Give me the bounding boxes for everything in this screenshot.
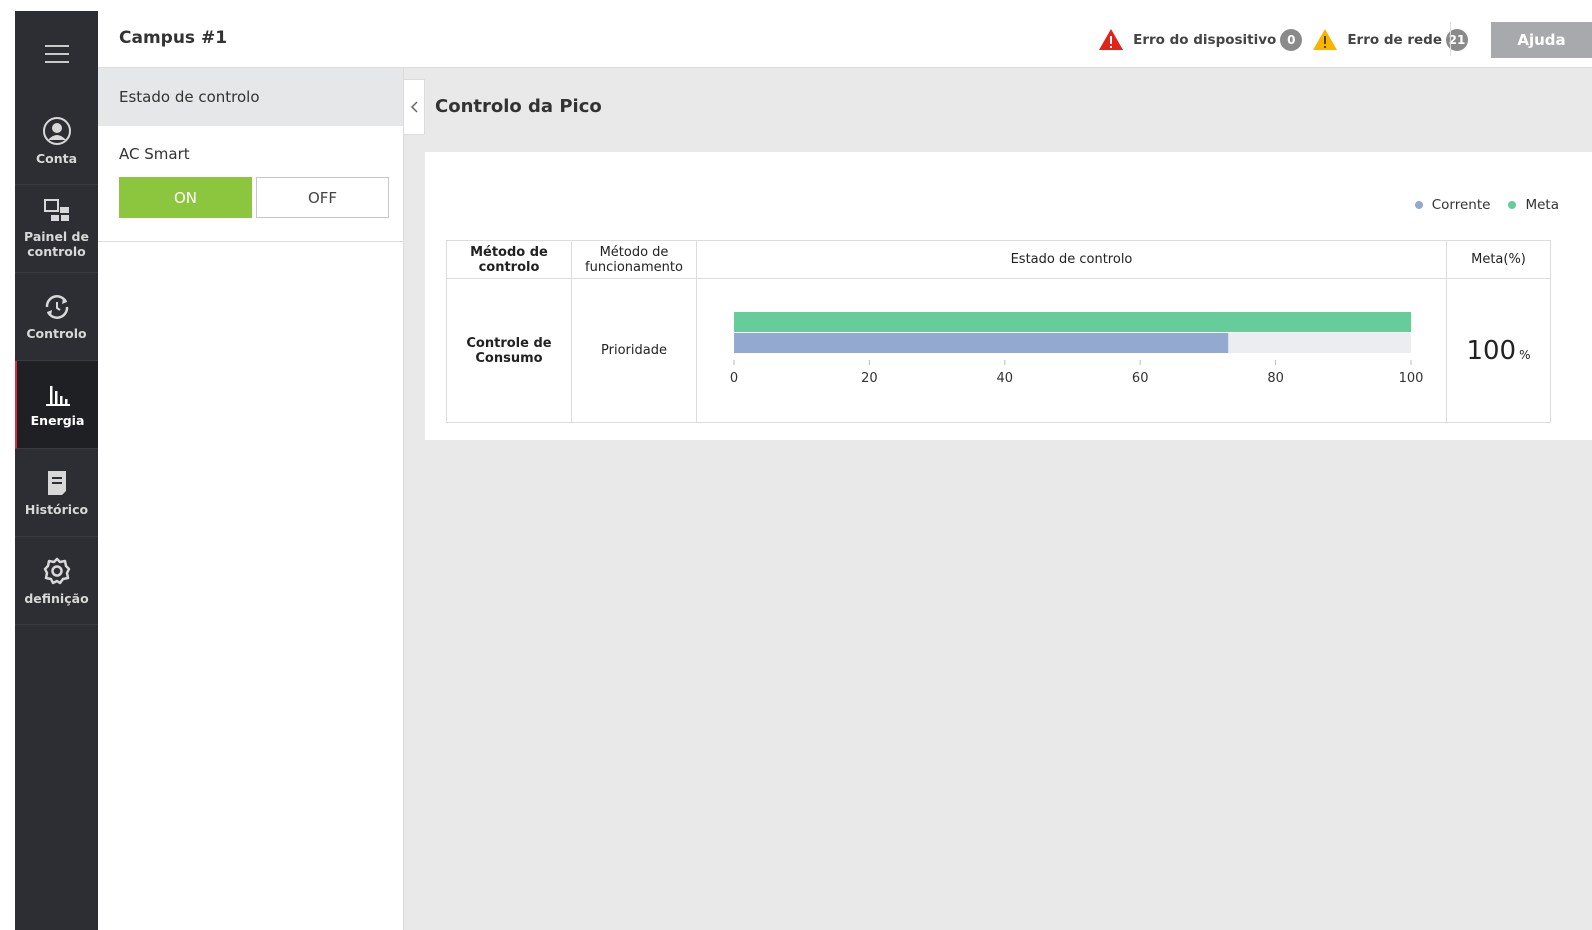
control-table: Método de controlo Método de funcionamen…: [446, 240, 1551, 423]
legend-current-swatch: [1414, 201, 1423, 209]
control-icon: [45, 294, 68, 319]
x-tick-label: 80: [1267, 371, 1284, 386]
nav-item-energy[interactable]: Energia: [15, 361, 98, 449]
control-status-chart: 0 20 40 60 80 100: [729, 312, 1423, 386]
x-tick-label: 60: [1131, 371, 1148, 386]
on-button[interactable]: ON: [119, 177, 252, 218]
header-control-status: Estado de controlo: [696, 240, 1447, 279]
panel-divider: [98, 241, 404, 242]
legend-current-label: Corrente: [1431, 197, 1491, 213]
table-row: Controle de Consumo Prioridade 0 20 40 60 80…: [446, 278, 1551, 423]
header-control-method: Método de controlo: [446, 240, 572, 279]
header-target: Meta(%): [1446, 240, 1551, 279]
chevron-left-icon: [410, 101, 418, 113]
legend-target: Meta: [1508, 197, 1559, 213]
network-error-alert[interactable]: Erro de rede 21: [1312, 28, 1468, 51]
error-triangle-icon: [1099, 29, 1124, 50]
table-header-row: Método de controlo Método de funcionamen…: [446, 240, 1551, 279]
alerts: Erro do dispositivo 0 Erro de rede 21: [1088, 28, 1468, 51]
nav-item-dashboard[interactable]: Painel de controlo: [15, 185, 98, 273]
target-percent: 100%: [1466, 336, 1530, 366]
help-button[interactable]: Ajuda: [1491, 22, 1592, 58]
nav-item-settings[interactable]: definição: [15, 537, 98, 625]
ac-smart-label: AC Smart: [119, 145, 190, 163]
page-title: Controlo da Pico: [435, 96, 602, 117]
network-error-label: Erro de rede: [1347, 31, 1442, 48]
device-error-count: 0: [1280, 28, 1303, 51]
control-panel: Estado de controlo AC Smart ON OFF: [98, 68, 404, 930]
dashboard-icon: [43, 199, 69, 221]
nav-item-history[interactable]: Histórico: [15, 449, 98, 537]
nav-item-account[interactable]: Conta: [15, 97, 98, 185]
chart-legend: Corrente Meta: [1397, 197, 1559, 213]
x-tick-label: 20: [861, 371, 878, 386]
bar-target: [733, 312, 1411, 332]
nav-label: Histórico: [24, 501, 89, 517]
nav-label: Conta: [35, 150, 78, 166]
panel-header: Estado de controlo: [98, 68, 403, 126]
ac-smart-toggle: ON OFF: [119, 177, 389, 218]
x-tick-label: 0: [729, 371, 737, 386]
cell-operation-method: Prioridade: [571, 278, 697, 423]
hamburger-icon: [44, 45, 69, 63]
x-tick-label: 40: [996, 371, 1013, 386]
cell-control-method: Controle de Consumo: [446, 278, 572, 423]
gear-icon: [43, 557, 70, 584]
x-tick-label: 100: [1398, 371, 1423, 386]
nav-item-control[interactable]: Controlo: [15, 273, 98, 361]
device-error-label: Erro do dispositivo: [1133, 31, 1277, 48]
device-error-alert[interactable]: Erro do dispositivo 0: [1098, 28, 1303, 51]
account-icon: [42, 116, 71, 145]
nav-label: Energia: [30, 412, 85, 428]
nav-label: Controlo: [26, 325, 87, 341]
bar-current: [733, 333, 1228, 353]
header-operation-method: Método de funcionamento: [571, 240, 697, 279]
header-divider: [1450, 22, 1451, 56]
warning-triangle-icon: [1313, 29, 1338, 50]
sidebar: Conta Painel de controlo Controlo Energi…: [15, 11, 98, 930]
cell-target: 100%: [1446, 278, 1551, 423]
nav-label: definição: [24, 590, 89, 606]
site-title: Campus #1: [119, 28, 228, 48]
collapse-panel-button[interactable]: [404, 79, 425, 135]
legend-target-label: Meta: [1525, 197, 1559, 213]
target-value: 100: [1466, 335, 1517, 366]
target-unit: %: [1519, 347, 1531, 362]
off-button[interactable]: OFF: [256, 177, 389, 218]
cell-chart: 0 20 40 60 80 100: [696, 278, 1447, 423]
nav-label: Painel de controlo: [24, 229, 89, 259]
app-window: Conta Painel de controlo Controlo Energi…: [15, 11, 1592, 930]
top-bar: Campus #1 Erro do dispositivo 0 Erro de …: [98, 11, 1592, 68]
history-icon: [47, 470, 66, 495]
main-content: Controlo da Pico Corrente Meta Método de…: [404, 68, 1592, 930]
menu-button[interactable]: [15, 11, 98, 97]
peak-control-card: Corrente Meta Método de controlo Método …: [425, 152, 1592, 440]
energy-icon: [45, 385, 70, 406]
legend-target-swatch: [1508, 201, 1517, 209]
legend-current: Corrente: [1414, 197, 1491, 213]
